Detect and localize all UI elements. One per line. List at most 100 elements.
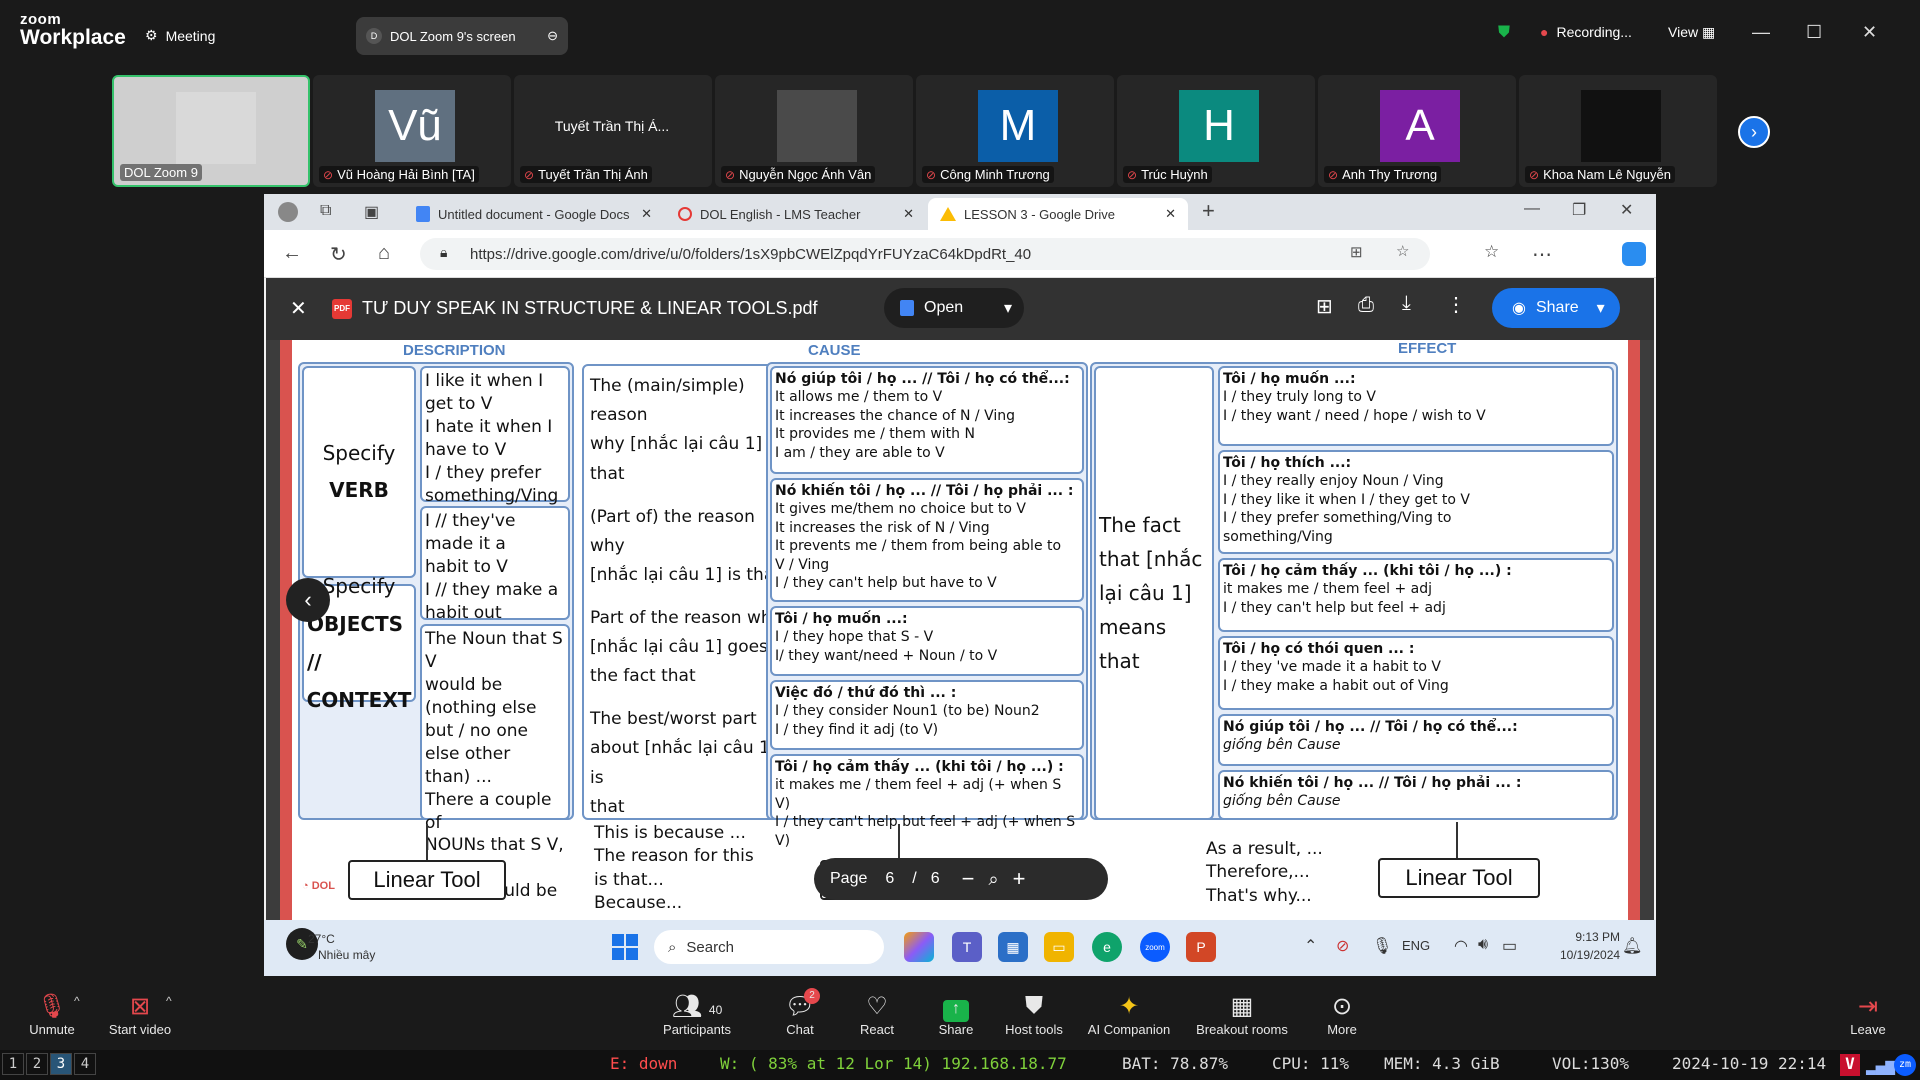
volume-icon[interactable]: 🔊︎ bbox=[1478, 936, 1488, 954]
shield-icon[interactable]: ⛊ bbox=[1498, 24, 1510, 42]
participant-tile[interactable]: A ⊘ Anh Thy Trương bbox=[1318, 75, 1516, 187]
edge-icon[interactable]: e bbox=[1092, 932, 1122, 962]
zoom-tray-icon[interactable]: zm bbox=[1894, 1054, 1916, 1076]
chevron-up-icon[interactable]: ^ bbox=[74, 994, 80, 1008]
clock[interactable]: 9:13 PM 10/19/2024 bbox=[1560, 930, 1620, 962]
windows-start-icon[interactable] bbox=[612, 934, 638, 960]
page-input[interactable]: 6 bbox=[881, 870, 898, 888]
new-tab-icon[interactable]: + bbox=[1202, 198, 1215, 224]
store-icon[interactable]: ▦ bbox=[998, 932, 1028, 962]
more-vert-icon[interactable]: ⋮ bbox=[1446, 292, 1466, 317]
download-icon[interactable]: ⤓ bbox=[1402, 292, 1411, 315]
close-icon[interactable]: ✕ bbox=[1620, 200, 1633, 220]
workspace-2[interactable]: 2 bbox=[26, 1053, 48, 1075]
file-explorer-icon[interactable]: ▭ bbox=[1044, 932, 1074, 962]
taskbar-search[interactable]: ⌕ Search bbox=[654, 930, 884, 964]
powerpoint-icon[interactable]: P bbox=[1186, 932, 1216, 962]
text-line: Nó khiến tôi / họ ... // Tôi / họ phải .… bbox=[1223, 775, 1522, 791]
zoom-icon[interactable]: ⌕ bbox=[989, 869, 999, 890]
home-icon[interactable]: ⌂ bbox=[378, 242, 390, 265]
url-input[interactable]: 🔒︎ https://drive.google.com/drive/u/0/fo… bbox=[420, 238, 1430, 270]
battery-icon[interactable]: ▭ bbox=[1502, 936, 1517, 956]
share-button[interactable]: ↑ Share bbox=[936, 992, 976, 1037]
previous-page-button[interactable]: ‹ bbox=[286, 578, 330, 622]
zoom-out-icon[interactable]: − bbox=[962, 866, 975, 892]
microphone-icon[interactable]: 🎙︎ bbox=[1372, 936, 1392, 956]
arrow-down bbox=[1456, 822, 1458, 858]
breakout-rooms-button[interactable]: ▦ Breakout rooms bbox=[1192, 992, 1292, 1037]
copilot-icon[interactable] bbox=[1622, 242, 1646, 266]
chevron-up-icon[interactable]: ⌃ bbox=[1304, 936, 1317, 956]
text-line: Part of the reason why bbox=[590, 607, 782, 628]
more-button[interactable]: ⊙ More bbox=[1322, 992, 1362, 1037]
participant-tile[interactable]: DOL Zoom 9 bbox=[112, 75, 310, 187]
unmute-button[interactable]: 🎙︎ Unmute bbox=[26, 992, 78, 1037]
back-icon[interactable]: ← bbox=[282, 242, 302, 265]
zoom-in-icon[interactable]: + bbox=[1013, 866, 1026, 892]
tab-google-docs[interactable]: Untitled document - Google Docs ✕ bbox=[404, 198, 664, 230]
add-comment-icon[interactable]: ⊞ bbox=[1316, 294, 1333, 319]
chevron-down-icon[interactable]: ▾ bbox=[1004, 298, 1024, 318]
chevron-up-icon[interactable]: ^ bbox=[166, 994, 172, 1008]
gear-icon: ⚙ bbox=[145, 27, 158, 43]
restore-icon[interactable]: ❐ bbox=[1572, 200, 1586, 220]
workspaces-icon[interactable]: ⧉ bbox=[320, 202, 331, 220]
chat-button[interactable]: 💬︎ Chat 2 bbox=[780, 988, 820, 1037]
maximize-icon[interactable]: ☐ bbox=[1806, 22, 1822, 43]
text-line: would be (nothing else bbox=[425, 674, 537, 718]
workspace-1[interactable]: 1 bbox=[2, 1053, 24, 1075]
cause-box-5: Tôi / họ cảm thấy ... (khi tôi / họ ...)… bbox=[770, 754, 1084, 849]
participant-tile[interactable]: ⊘ Nguyễn Ngọc Ánh Vân bbox=[715, 75, 913, 187]
copilot-icon[interactable] bbox=[904, 932, 934, 962]
refresh-icon[interactable]: ↻ bbox=[330, 242, 347, 267]
close-tab-icon[interactable]: ✕ bbox=[903, 206, 914, 222]
screen-share-pill[interactable]: D DOL Zoom 9's screen ⊖ bbox=[356, 17, 568, 55]
wifi-icon[interactable]: ◠ bbox=[1454, 936, 1468, 956]
menu-icon[interactable]: ⋯ bbox=[1532, 242, 1552, 267]
profile-avatar[interactable] bbox=[278, 202, 298, 222]
open-button[interactable]: Open ▾ bbox=[884, 288, 1024, 328]
close-icon[interactable]: ✕ bbox=[290, 296, 307, 321]
more-icon[interactable]: ⊖ bbox=[547, 28, 558, 44]
host-tools-button[interactable]: ⛊ Host tools bbox=[1002, 992, 1066, 1037]
tray-v-icon[interactable]: V bbox=[1840, 1054, 1860, 1076]
participant-tile[interactable]: Tuyết Trần Thị Á... ⊘ Tuyết Trần Thị Ánh bbox=[514, 75, 712, 187]
tab-actions-icon[interactable]: ▣ bbox=[364, 202, 379, 222]
notification-icon[interactable]: 🔔︎ bbox=[1622, 936, 1642, 956]
language-indicator[interactable]: ENG bbox=[1402, 938, 1430, 953]
workspace-3[interactable]: 3 bbox=[50, 1053, 72, 1075]
next-page-icon[interactable]: › bbox=[1738, 116, 1770, 148]
tab-dol-lms[interactable]: DOL English - LMS Teacher ✕ bbox=[666, 198, 926, 230]
meeting-info-button[interactable]: ⚙ Meeting bbox=[145, 27, 215, 44]
participant-tile[interactable]: H ⊘ Trúc Huỳnh bbox=[1117, 75, 1315, 187]
close-tab-icon[interactable]: ✕ bbox=[641, 206, 652, 222]
participant-tile[interactable]: Vũ ⊘ Vũ Hoàng Hải Bình [TA] bbox=[313, 75, 511, 187]
ai-companion-button[interactable]: ✦ AI Companion bbox=[1084, 992, 1174, 1037]
signal-icon[interactable]: ▂▄▆ bbox=[1866, 1056, 1895, 1075]
share-button[interactable]: ◉ Share ▾ bbox=[1492, 288, 1620, 328]
text-line: Therefore,... bbox=[1206, 862, 1310, 883]
tab-google-drive[interactable]: LESSON 3 - Google Drive ✕ bbox=[928, 198, 1188, 230]
participant-tile[interactable]: ⊘ Khoa Nam Lê Nguyễn bbox=[1519, 75, 1717, 187]
app-icon[interactable]: ⊞ bbox=[1350, 243, 1363, 261]
chevron-down-icon[interactable]: ▾ bbox=[1589, 298, 1605, 318]
network-blocked-icon[interactable]: ⊘ bbox=[1336, 936, 1349, 956]
lock-icon: 🔒︎ bbox=[440, 244, 448, 260]
recording-indicator[interactable]: ● Recording... bbox=[1540, 24, 1632, 40]
close-tab-icon[interactable]: ✕ bbox=[1165, 206, 1176, 222]
minimize-icon[interactable]: — bbox=[1524, 200, 1540, 218]
participants-button[interactable]: 👥︎ 40 Participants bbox=[660, 992, 734, 1037]
view-button[interactable]: View ▦ bbox=[1668, 24, 1715, 41]
participant-tile[interactable]: M ⊘ Công Minh Trương bbox=[916, 75, 1114, 187]
workspace-4[interactable]: 4 bbox=[74, 1053, 96, 1075]
print-icon[interactable]: ⎙ bbox=[1358, 294, 1374, 317]
close-icon[interactable]: ✕ bbox=[1862, 22, 1877, 43]
react-button[interactable]: ♡ React bbox=[860, 992, 894, 1037]
minimize-icon[interactable]: — bbox=[1752, 22, 1770, 43]
leave-button[interactable]: ⇥ Leave bbox=[1848, 992, 1888, 1037]
favorites-icon[interactable]: ☆ bbox=[1484, 242, 1499, 262]
zoom-top-bar: zoom Workplace ⚙ Meeting D DOL Zoom 9's … bbox=[0, 0, 1920, 70]
zoom-app-icon[interactable]: zoom bbox=[1140, 932, 1170, 962]
teams-icon[interactable]: T bbox=[952, 932, 982, 962]
star-icon[interactable]: ☆ bbox=[1396, 242, 1409, 260]
